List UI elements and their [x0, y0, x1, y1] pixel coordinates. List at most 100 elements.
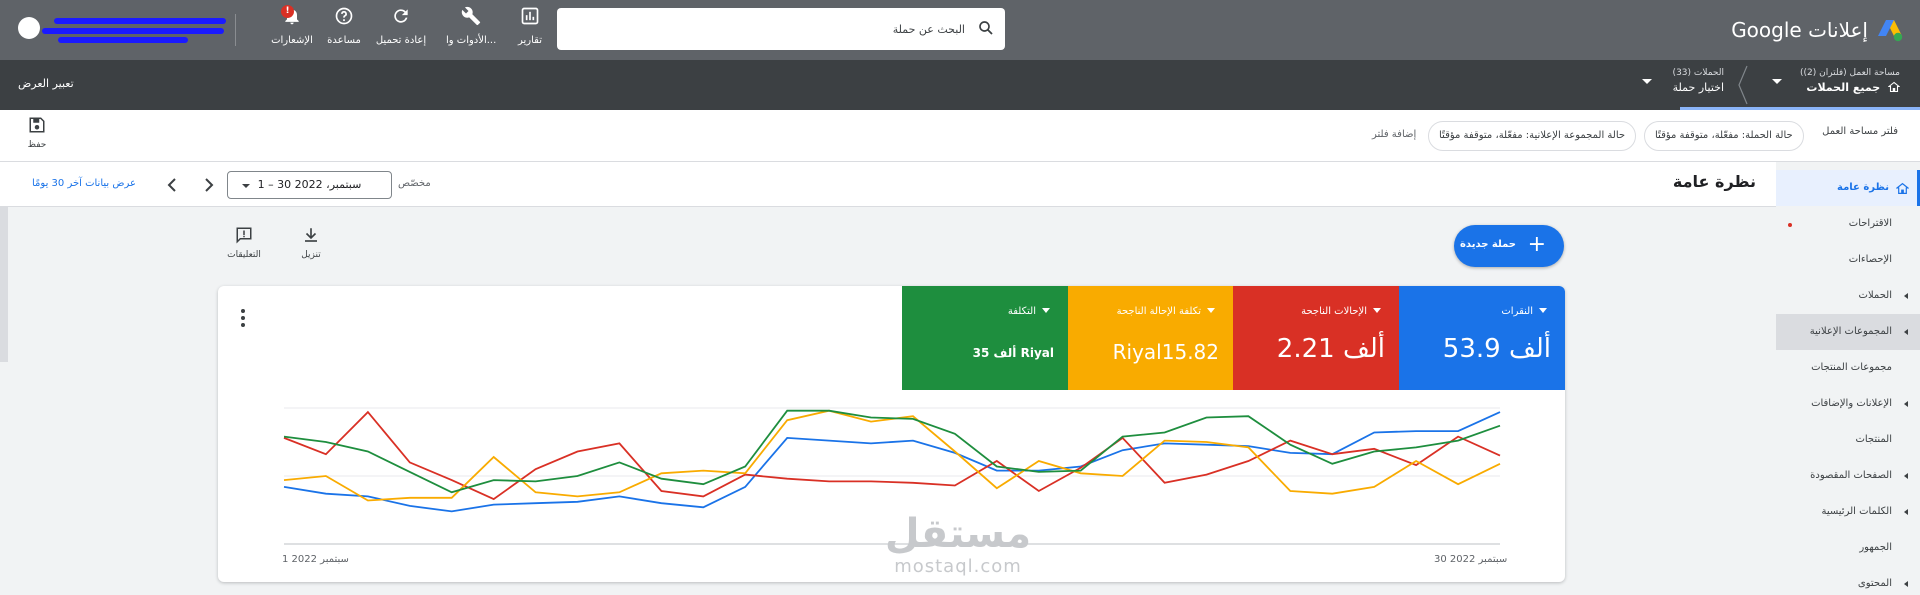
redacted-account-id	[42, 28, 224, 34]
workspace-picker[interactable]: مساحة العمل (فلتران (2)) جميع الحملات	[1720, 68, 1900, 94]
date-range-selector[interactable]: 1 – 30 سبتمبر، 2022	[227, 171, 392, 199]
wrench-icon	[446, 6, 496, 28]
scroll-rail[interactable]	[0, 207, 8, 362]
help-label: مساعدة	[327, 35, 361, 46]
save-button[interactable]: حفظ	[22, 116, 52, 150]
sidebar-item-campaigns[interactable]: الحملات	[1776, 278, 1920, 314]
expand-arrow-icon	[1904, 293, 1908, 299]
view-expression-link[interactable]: تعبير العرض	[18, 77, 74, 90]
tools-label: الأدوات وا...	[446, 35, 497, 46]
expand-arrow-icon	[1904, 401, 1908, 407]
metric-label: الإحالات الناجحة	[1301, 306, 1367, 317]
redacted-account-name	[54, 18, 226, 24]
top-bar: ! الإشعارات مساعدة إعادة تحميل الأدوات و…	[0, 0, 1920, 60]
google-ads-brand[interactable]: إعلانات Google	[1704, 16, 1904, 44]
chevron-down-icon	[1042, 308, 1050, 313]
new-campaign-button[interactable]: + حملة جديدة	[1454, 225, 1564, 267]
watermark-arabic: مستقل	[884, 511, 1032, 557]
sidebar-item-label: الكلمات الرئيسية	[1821, 506, 1892, 517]
sidebar-item-label: الاقتراحات	[1848, 218, 1892, 229]
watermark: مستقل mostaql.com	[878, 514, 1038, 577]
brand-name: إعلانات Google	[1731, 18, 1868, 42]
filter-chip-adgroup-status[interactable]: حالة المجموعة الإعلانية: مفعّلة، متوقفة …	[1428, 121, 1637, 151]
campaign-search[interactable]	[557, 8, 1005, 50]
save-label: حفظ	[27, 140, 47, 150]
filter-bar: حفظ إضافة فلتر حالة المجموعة الإعلانية: …	[0, 110, 1920, 162]
workspace-value: جميع الحملات	[1806, 81, 1881, 94]
tools-button[interactable]: الأدوات وا...	[446, 6, 496, 56]
alert-dot-icon	[1788, 223, 1792, 227]
page-menu: نظرة عامة الاقتراحات الإحصاءات الحملات ا…	[1776, 162, 1920, 595]
campaign-picker[interactable]: الحملات (33) اختيار حملة	[1604, 68, 1724, 94]
metric-clicks[interactable]: النقرات 53.9 ألف	[1399, 286, 1565, 390]
previous-period-icon[interactable]	[164, 176, 180, 194]
plus-icon: +	[1527, 232, 1546, 257]
sidebar-item-label: الجمهور	[1859, 542, 1892, 553]
feedback-label: التعليقات	[227, 250, 261, 260]
sidebar-item-ads-extensions[interactable]: الإعلانات والإضافات	[1776, 386, 1920, 422]
refresh-icon	[374, 6, 428, 28]
metric-cost[interactable]: التكلفة 35 ألف Riyal	[902, 286, 1068, 390]
sidebar-item-insights[interactable]: الإحصاءات	[1776, 242, 1920, 278]
notifications-button[interactable]: ! الإشعارات	[270, 5, 314, 56]
refresh-button[interactable]: إعادة تحميل	[374, 6, 428, 56]
home-icon	[1896, 182, 1909, 194]
sidebar-item-audiences[interactable]: الجمهور	[1776, 530, 1920, 566]
download-label: تنزيل	[301, 250, 321, 260]
search-icon	[979, 21, 993, 35]
sidebar-item-label: الصفحات المقصودة	[1810, 470, 1892, 481]
sidebar-item-overview[interactable]: نظرة عامة	[1776, 170, 1920, 206]
metric-label: التكلفة	[1007, 306, 1036, 317]
watermark-url: mostaql.com	[894, 556, 1022, 577]
metric-value: 2.21 ألف	[1276, 334, 1385, 364]
x-axis-start-label: 1 سبتمبر 2022	[282, 554, 349, 565]
overview-header: نظرة عامة مخصّص 1 – 30 سبتمبر، 2022 عرض …	[0, 162, 1776, 207]
chevron-down-icon	[1539, 308, 1547, 313]
filter-chip-campaign-status[interactable]: حالة الحملة: مفعّلة، متوقفة مؤقتًا	[1644, 121, 1804, 151]
new-campaign-label: حملة جديدة	[1460, 239, 1516, 250]
sidebar-item-ad-groups[interactable]: المجموعات الإعلانية	[1776, 314, 1920, 350]
account-switcher[interactable]	[14, 12, 229, 48]
download-icon	[305, 228, 317, 242]
reports-button[interactable]: تقارير	[512, 6, 548, 56]
next-period-icon[interactable]	[201, 176, 217, 194]
chevron-down-icon	[1207, 308, 1215, 313]
sidebar-item-label: نظرة عامة	[1837, 182, 1889, 193]
sidebar-item-landing-pages[interactable]: الصفحات المقصودة	[1776, 458, 1920, 494]
sidebar-item-label: المجموعات الإعلانية	[1809, 326, 1892, 337]
sidebar-item-label: الحملات	[1858, 290, 1892, 301]
help-icon	[326, 6, 362, 28]
home-icon	[1888, 81, 1900, 93]
sidebar-item-content[interactable]: المحتوى	[1776, 566, 1920, 595]
redacted-account-email	[58, 37, 188, 43]
more-options-icon[interactable]	[240, 308, 246, 328]
sidebar-item-product-groups[interactable]: مجموعات المنتجات	[1776, 350, 1920, 386]
expand-arrow-icon	[1904, 581, 1908, 587]
custom-range-label: مخصّص	[398, 178, 431, 189]
sidebar-item-products[interactable]: المنتجات	[1776, 422, 1920, 458]
metric-conversions[interactable]: الإحالات الناجحة 2.21 ألف	[1233, 286, 1399, 390]
add-filter-button[interactable]: إضافة فلتر	[1372, 129, 1416, 140]
save-icon	[29, 117, 45, 133]
account-avatar	[18, 17, 40, 39]
reports-label: تقارير	[517, 35, 543, 46]
download-button[interactable]: تنزيل	[281, 226, 341, 260]
help-button[interactable]: مساعدة	[326, 6, 362, 56]
sidebar-item-keywords[interactable]: الكلمات الرئيسية	[1776, 494, 1920, 530]
chart-series-line-1	[283, 410, 1501, 501]
sidebar-item-label: المنتجات	[1855, 434, 1892, 445]
page-title: نظرة عامة	[1672, 172, 1756, 191]
bar-chart-icon	[512, 6, 548, 28]
expand-arrow-icon	[1904, 329, 1908, 335]
last-30-days-link[interactable]: عرض بيانات آخر 30 يومًا	[32, 178, 136, 189]
sidebar-item-recommendations[interactable]: الاقتراحات	[1776, 206, 1920, 242]
toolbar-divider	[235, 14, 236, 46]
metric-cost-per-conversion[interactable]: تكلفة الإحالة الناجحة Riyal15.82	[1067, 286, 1233, 390]
metric-label: تكلفة الإحالة الناجحة	[1116, 306, 1201, 317]
metric-value: 35 ألف Riyal	[972, 346, 1054, 360]
search-input[interactable]	[585, 17, 965, 41]
date-range-value: 1 – 30 سبتمبر، 2022	[257, 178, 362, 191]
feedback-button[interactable]: التعليقات	[214, 226, 274, 260]
metric-value: Riyal15.82	[1112, 340, 1219, 364]
campaign-dropdown-icon[interactable]	[1642, 79, 1652, 84]
